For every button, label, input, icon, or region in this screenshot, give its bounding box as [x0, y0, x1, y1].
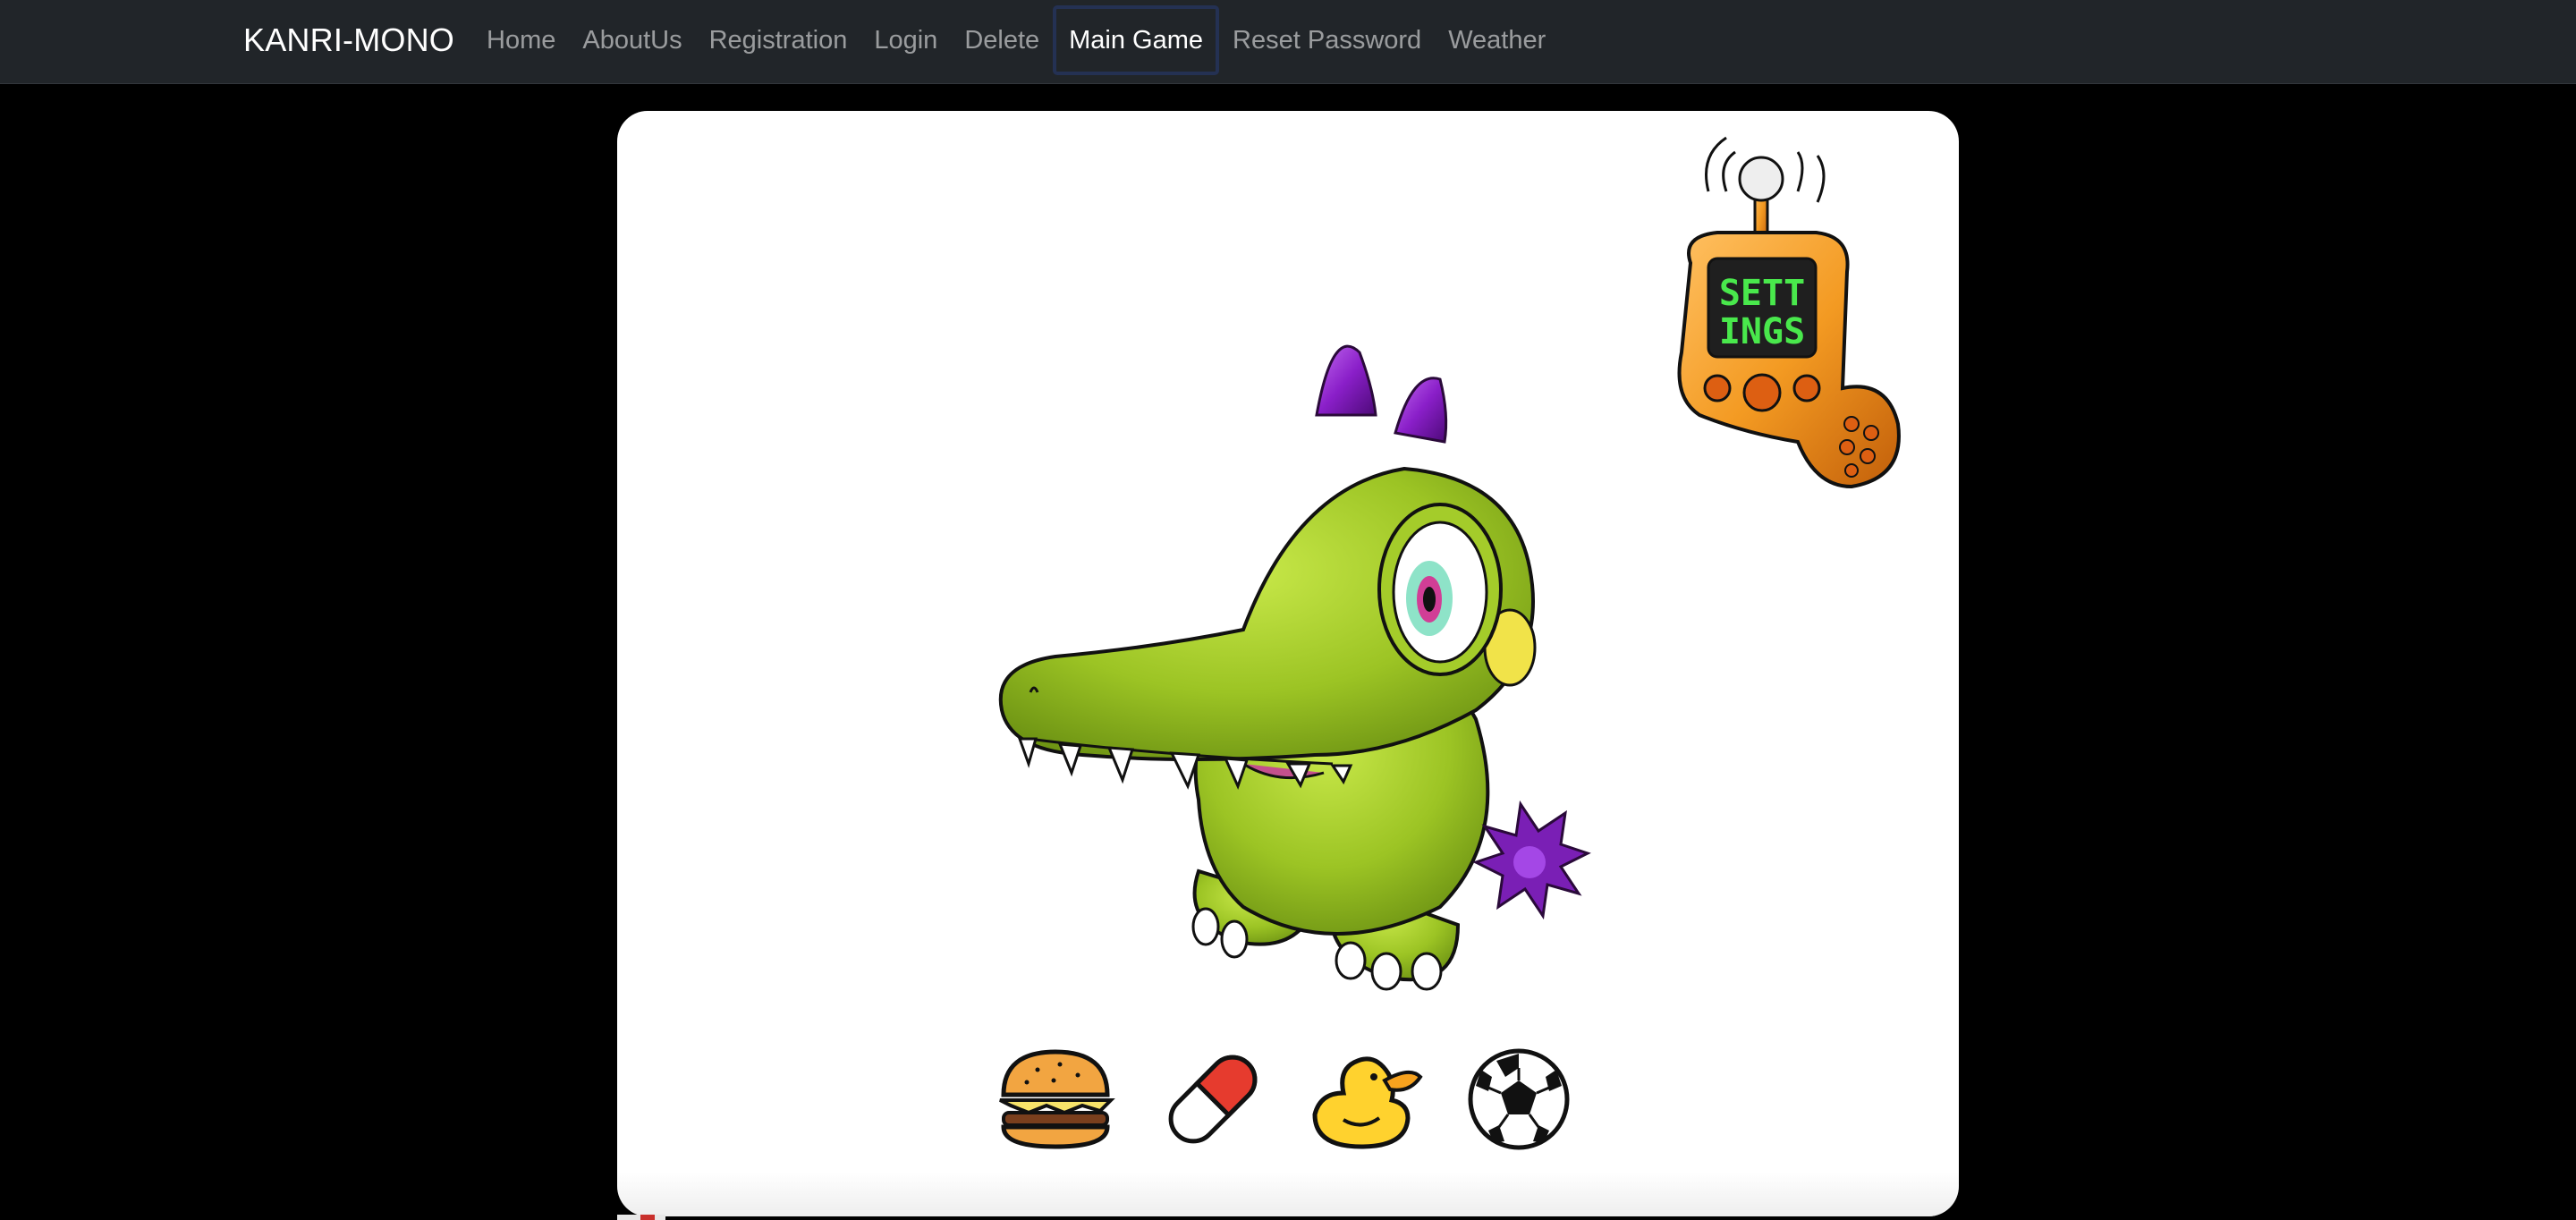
- nav-link-registration[interactable]: Registration: [696, 5, 861, 75]
- settings-screen-line1: SETT: [1719, 273, 1805, 314]
- game-card: SETT INGS: [617, 111, 1959, 1216]
- pill-button[interactable]: [1150, 1041, 1275, 1157]
- burger-button[interactable]: [993, 1041, 1118, 1157]
- pet-character[interactable]: [975, 335, 1601, 1050]
- soccer-ball-icon: [1468, 1048, 1570, 1150]
- pill-icon: [1168, 1055, 1258, 1144]
- nav-link-main-game[interactable]: Main Game: [1053, 5, 1220, 75]
- settings-button[interactable]: SETT INGS: [1664, 120, 1914, 504]
- burger-icon: [999, 1049, 1115, 1149]
- nav-link-weather[interactable]: Weather: [1435, 5, 1559, 75]
- settings-device-icon: SETT INGS: [1677, 136, 1901, 489]
- nav-link-home[interactable]: Home: [473, 5, 569, 75]
- nav-links: Home AboutUs Registration Login Delete M…: [473, 0, 1559, 80]
- brand-logo-link[interactable]: KANRI-MONO: [243, 0, 454, 80]
- top-navbar: KANRI-MONO Home AboutUs Registration Log…: [0, 0, 2576, 84]
- nav-link-delete[interactable]: Delete: [951, 5, 1053, 75]
- crocodile-pet-icon: [998, 344, 1591, 991]
- rubber-duck-button[interactable]: [1302, 1041, 1428, 1157]
- item-toolbar: [993, 1041, 1583, 1157]
- settings-screen-line2: INGS: [1719, 311, 1805, 352]
- bottom-edge-marker: [617, 1215, 665, 1220]
- nav-link-aboutus[interactable]: AboutUs: [569, 5, 695, 75]
- rubber-duck-icon: [1312, 1056, 1423, 1149]
- nav-link-login[interactable]: Login: [860, 5, 951, 75]
- soccer-ball-button[interactable]: [1456, 1041, 1581, 1157]
- nav-link-reset-password[interactable]: Reset Password: [1219, 5, 1435, 75]
